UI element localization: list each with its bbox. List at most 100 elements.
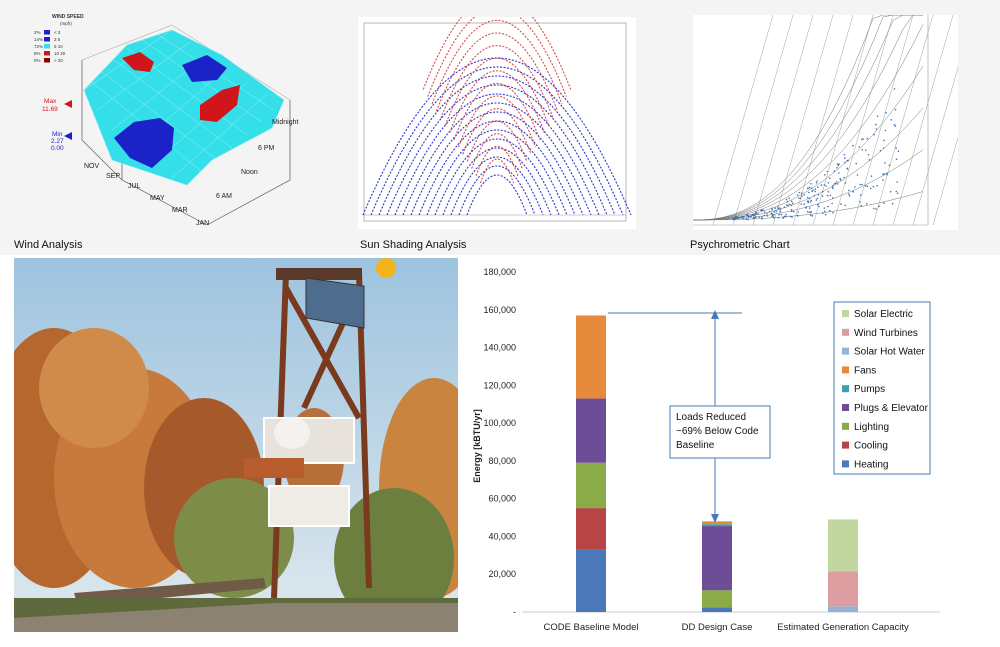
weather-point <box>814 190 816 193</box>
weather-point <box>884 129 887 132</box>
weather-point <box>778 213 780 216</box>
weather-point <box>868 159 871 161</box>
weather-point <box>891 202 894 205</box>
weather-point <box>792 210 795 213</box>
weather-point <box>775 210 777 212</box>
weather-point <box>823 207 826 209</box>
weather-point <box>790 210 793 213</box>
weather-point <box>820 184 823 186</box>
weather-point <box>848 193 850 195</box>
weather-point <box>752 217 755 220</box>
weather-point <box>771 209 773 211</box>
weather-point <box>826 170 829 173</box>
tower-rendering <box>14 258 458 632</box>
weather-point <box>785 204 788 206</box>
weather-point <box>808 207 811 209</box>
weather-point <box>805 207 807 209</box>
legend-label: Solar Hot Water <box>854 347 925 358</box>
weather-point <box>766 213 768 215</box>
weather-point <box>780 213 783 216</box>
weather-point <box>864 185 867 187</box>
weather-point <box>777 216 780 219</box>
weather-point <box>785 215 787 218</box>
weather-point <box>779 210 781 213</box>
weather-point <box>896 181 898 183</box>
bar-segment-lighting <box>576 462 606 509</box>
weather-point <box>807 187 809 190</box>
weather-point <box>836 167 838 169</box>
weather-point <box>786 200 789 203</box>
weather-point <box>895 158 898 161</box>
weather-point <box>846 168 849 170</box>
bar-segment-plugs-elevator <box>702 526 732 591</box>
sun-caption: Sun Shading Analysis <box>360 239 467 251</box>
wind-min-value-1: 2.27 <box>51 138 64 145</box>
legend-swatch <box>842 328 849 336</box>
weather-point <box>894 125 897 127</box>
bar-segment-plugs-elevator <box>576 398 606 463</box>
weather-point <box>785 198 788 201</box>
weather-point <box>803 194 806 196</box>
weather-point <box>810 199 812 202</box>
weather-point <box>860 138 863 141</box>
weather-point <box>873 133 875 136</box>
legend-swatch <box>842 310 849 317</box>
y-tick-label: 100,000 <box>483 418 516 428</box>
x-tick-label: CODE Baseline Model <box>543 622 638 633</box>
weather-point <box>843 176 845 179</box>
weather-point <box>808 186 811 189</box>
weather-point <box>734 216 737 218</box>
weather-point <box>747 215 750 218</box>
weather-point <box>860 204 862 207</box>
weather-point <box>817 193 820 196</box>
weather-point <box>882 179 884 181</box>
weather-point <box>816 197 819 200</box>
weather-point <box>826 194 829 197</box>
weather-point <box>875 208 877 210</box>
weather-point <box>813 194 816 197</box>
weather-point <box>829 194 832 197</box>
bar-segment-heating <box>576 549 606 612</box>
weather-point <box>754 213 756 216</box>
bar-segment-fans <box>702 521 732 525</box>
weather-point <box>827 182 830 184</box>
weather-point <box>888 164 891 167</box>
weather-point <box>779 207 781 209</box>
weather-point <box>822 212 824 214</box>
weather-point <box>875 123 877 126</box>
weather-point <box>754 216 757 218</box>
legend-label: Plugs & Elevator <box>854 403 929 414</box>
weather-point <box>844 182 847 184</box>
weather-point <box>859 183 861 186</box>
weather-point <box>834 182 836 185</box>
weather-point <box>843 153 846 156</box>
wind-legend-swatch <box>44 58 50 63</box>
legend-label: Pumps <box>854 384 885 395</box>
weather-point <box>822 190 824 193</box>
weather-point <box>876 115 879 117</box>
wind-legend-range: < 3 <box>54 30 61 35</box>
weather-point <box>832 184 834 187</box>
weather-point <box>848 195 851 197</box>
weather-point <box>798 191 801 194</box>
y-axis-title: Energy [kBTU/yr] <box>472 409 482 483</box>
weather-point <box>848 189 850 192</box>
wind-legend-pct: 14% <box>34 37 43 42</box>
weather-point <box>862 138 864 140</box>
weather-point <box>827 205 829 208</box>
weather-point <box>886 172 888 174</box>
weather-point <box>821 195 824 197</box>
weather-point <box>790 209 793 211</box>
weather-point <box>893 123 896 126</box>
y-tick-label: 140,000 <box>483 343 516 353</box>
y-tick-label: 60,000 <box>488 494 516 504</box>
weather-point <box>835 181 838 183</box>
weather-point <box>824 174 826 176</box>
weather-point <box>866 137 869 140</box>
annotation-line: Loads Reduced <box>676 412 746 423</box>
weather-point <box>836 183 839 185</box>
weather-point <box>890 119 892 121</box>
weather-point <box>895 147 897 149</box>
weather-point <box>882 173 884 175</box>
weather-point <box>763 214 766 217</box>
